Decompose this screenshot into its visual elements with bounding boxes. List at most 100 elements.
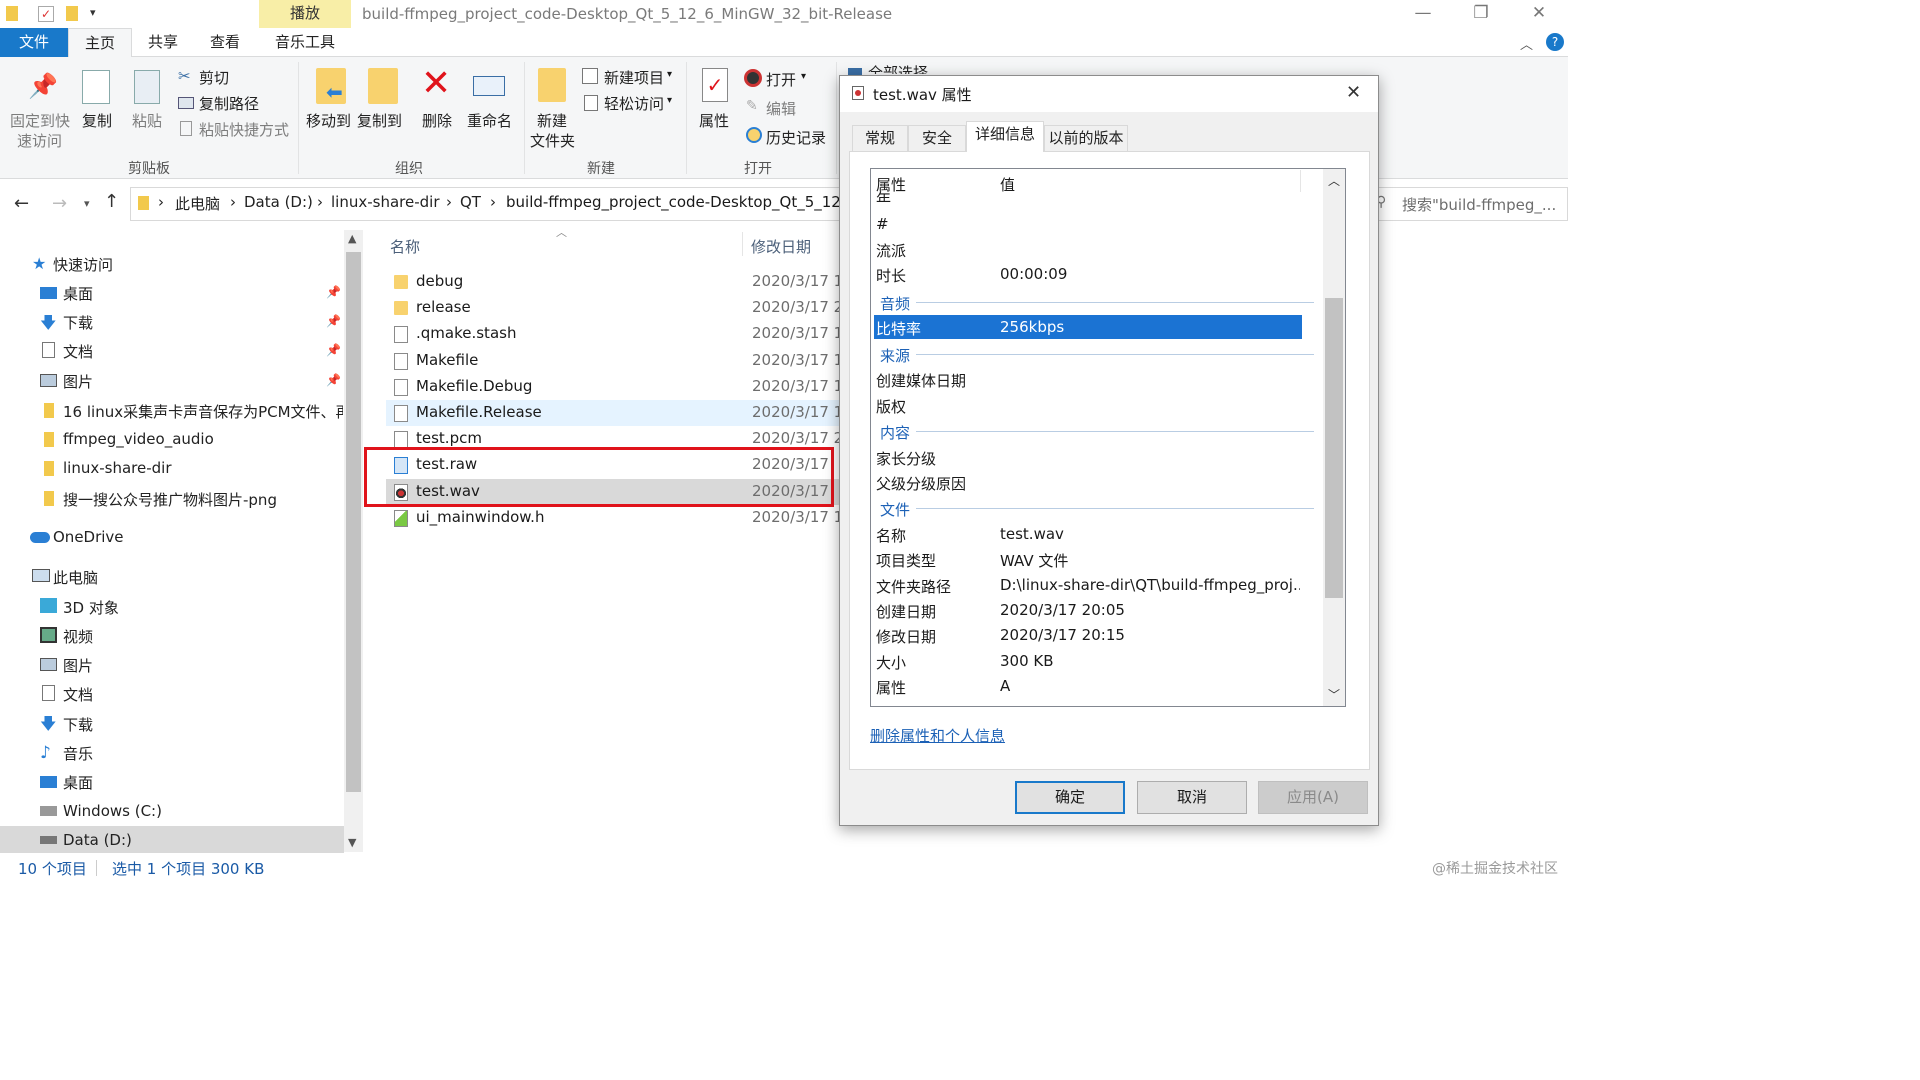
breadcrumb-qt[interactable]: QT: [460, 193, 481, 211]
header-value[interactable]: 值: [1000, 174, 1015, 195]
column-header-date[interactable]: 修改日期: [751, 236, 811, 257]
breadcrumb-data-drive[interactable]: Data (D:): [244, 193, 313, 211]
nav-item-folder[interactable]: 16 linux采集声卡声音保存为PCM文件、再: [63, 401, 343, 422]
paste-button[interactable]: 粘贴: [132, 110, 162, 131]
collapse-ribbon-icon[interactable]: ︿: [1520, 34, 1533, 53]
nav-item-pictures[interactable]: 图片: [63, 371, 93, 392]
properties-button[interactable]: 属性: [699, 110, 729, 131]
pin-quick-access-label-2[interactable]: 速访问: [17, 130, 62, 151]
nav-onedrive[interactable]: OneDrive: [53, 528, 124, 546]
pin-icon[interactable]: 📌: [326, 285, 341, 299]
nav-scrollbar-thumb[interactable]: [346, 252, 361, 792]
new-folder-quick-icon[interactable]: [66, 6, 78, 21]
pin-icon[interactable]: 📌: [326, 314, 341, 328]
scroll-down-icon[interactable]: ▼: [348, 836, 356, 849]
new-item-button[interactable]: 新建项目: [604, 67, 664, 88]
column-header-name[interactable]: 名称: [390, 236, 420, 257]
open-button[interactable]: 打开: [766, 69, 796, 90]
nav-item-folder[interactable]: linux-share-dir: [63, 459, 172, 477]
move-to-button[interactable]: 移动到: [306, 110, 351, 131]
nav-item-downloads[interactable]: 下载: [63, 312, 93, 333]
file-row[interactable]: debug 2020/3/17 1: [386, 269, 846, 295]
pin-quick-access-label-1[interactable]: 固定到快: [10, 110, 70, 131]
ok-button[interactable]: 确定: [1015, 781, 1125, 814]
nav-item-desktop[interactable]: 桌面: [63, 772, 93, 793]
nav-item-folder[interactable]: 搜一搜公众号推广物料图片-png: [63, 489, 277, 510]
tab-previous-versions[interactable]: 以前的版本: [1044, 125, 1128, 151]
close-window-button[interactable]: ✕: [1510, 0, 1568, 28]
nav-item-folder[interactable]: ffmpeg_video_audio: [63, 430, 214, 448]
paste-icon: [134, 70, 160, 104]
cut-button[interactable]: 剪切: [199, 67, 229, 88]
forward-arrow-icon[interactable]: →: [52, 193, 67, 214]
file-row[interactable]: ui_mainwindow.h 2020/3/17 1: [386, 505, 846, 531]
recent-locations-chevron-icon[interactable]: ▾: [84, 197, 90, 210]
folder-icon: [44, 432, 54, 447]
section-content: 内容: [880, 424, 911, 442]
nav-item-music[interactable]: 音乐: [63, 743, 93, 764]
nav-quick-access[interactable]: 快速访问: [53, 254, 113, 275]
tab-music-tools[interactable]: 音乐工具: [259, 28, 351, 57]
nav-item-downloads[interactable]: 下载: [63, 714, 93, 735]
file-row[interactable]: .qmake.stash 2020/3/17 1: [386, 321, 846, 347]
pin-icon[interactable]: 📌: [326, 373, 341, 387]
breadcrumb-current-folder[interactable]: build-ffmpeg_project_code-Desktop_Qt_5_1…: [506, 193, 842, 211]
apply-button[interactable]: 应用(A): [1258, 781, 1368, 814]
copy-button[interactable]: 复制: [82, 110, 112, 131]
breadcrumb-linux-share-dir[interactable]: linux-share-dir: [331, 193, 440, 211]
up-arrow-icon[interactable]: ↑: [104, 191, 119, 212]
select-all-button[interactable]: 全部选择: [868, 62, 928, 74]
easy-access-button[interactable]: 轻松访问: [604, 93, 664, 114]
chevron-down-icon[interactable]: ﹀: [1328, 686, 1340, 703]
nav-this-pc[interactable]: 此电脑: [53, 567, 98, 588]
minimize-button[interactable]: —: [1394, 0, 1452, 28]
paste-shortcut-button[interactable]: 粘贴快捷方式: [199, 119, 289, 140]
nav-item-videos[interactable]: 视频: [63, 626, 93, 647]
nav-item-documents[interactable]: 文档: [63, 341, 93, 362]
chevron-up-icon[interactable]: ︿: [1328, 172, 1340, 189]
column-divider[interactable]: [742, 232, 743, 256]
file-row[interactable]: Makefile.Debug 2020/3/17 1: [386, 374, 846, 400]
cancel-button[interactable]: 取消: [1137, 781, 1247, 814]
edit-button[interactable]: 编辑: [766, 98, 796, 119]
breadcrumb-this-pc[interactable]: 此电脑: [175, 193, 220, 214]
dialog-close-button[interactable]: ✕: [1346, 82, 1361, 103]
tab-share[interactable]: 共享: [132, 28, 194, 57]
history-button[interactable]: 历史记录: [766, 127, 826, 148]
customize-toolbar-icon[interactable]: ▾: [90, 6, 96, 19]
new-folder-label-1[interactable]: 新建: [537, 110, 567, 131]
tab-file[interactable]: 文件: [0, 28, 68, 57]
copy-path-button[interactable]: 复制路径: [199, 93, 259, 114]
section-line: [916, 508, 1314, 509]
nav-item-d-drive[interactable]: Data (D:): [63, 831, 132, 849]
tab-security[interactable]: 安全: [908, 125, 966, 151]
file-row[interactable]: Makefile 2020/3/17 1: [386, 348, 846, 374]
help-icon[interactable]: ?: [1546, 33, 1564, 51]
delete-button[interactable]: 删除: [422, 110, 452, 131]
back-arrow-icon[interactable]: ←: [14, 193, 29, 214]
remove-properties-link[interactable]: 删除属性和个人信息: [870, 725, 1005, 746]
tab-details[interactable]: 详细信息: [966, 121, 1044, 152]
nav-item-desktop[interactable]: 桌面: [63, 283, 93, 304]
context-tab-play[interactable]: 播放: [259, 0, 351, 28]
new-folder-label-2[interactable]: 文件夹: [530, 130, 575, 151]
tab-view[interactable]: 查看: [194, 28, 256, 57]
copy-to-button[interactable]: 复制到: [357, 110, 402, 131]
tab-general[interactable]: 常规: [852, 125, 908, 151]
prop-value: 2020/3/17 20:15: [1000, 626, 1125, 644]
scroll-up-icon[interactable]: ▲: [348, 232, 356, 245]
nav-item-pictures[interactable]: 图片: [63, 655, 93, 676]
pin-icon[interactable]: 📌: [326, 343, 341, 357]
properties-quick-icon[interactable]: ✓: [38, 6, 54, 22]
file-row[interactable]: Makefile.Release 2020/3/17 1: [386, 400, 846, 426]
file-row[interactable]: release 2020/3/17 2: [386, 295, 846, 321]
nav-item-c-drive[interactable]: Windows (C:): [63, 802, 162, 820]
selected-property-row[interactable]: [874, 315, 1302, 339]
rename-button[interactable]: 重命名: [467, 110, 512, 131]
tab-home[interactable]: 主页: [68, 28, 132, 57]
property-scrollbar-thumb[interactable]: [1325, 298, 1343, 598]
nav-item-3d-objects[interactable]: 3D 对象: [63, 597, 119, 618]
breadcrumb-separator: ›: [230, 193, 236, 211]
maximize-button[interactable]: ❐: [1452, 0, 1510, 28]
nav-item-documents[interactable]: 文档: [63, 684, 93, 705]
